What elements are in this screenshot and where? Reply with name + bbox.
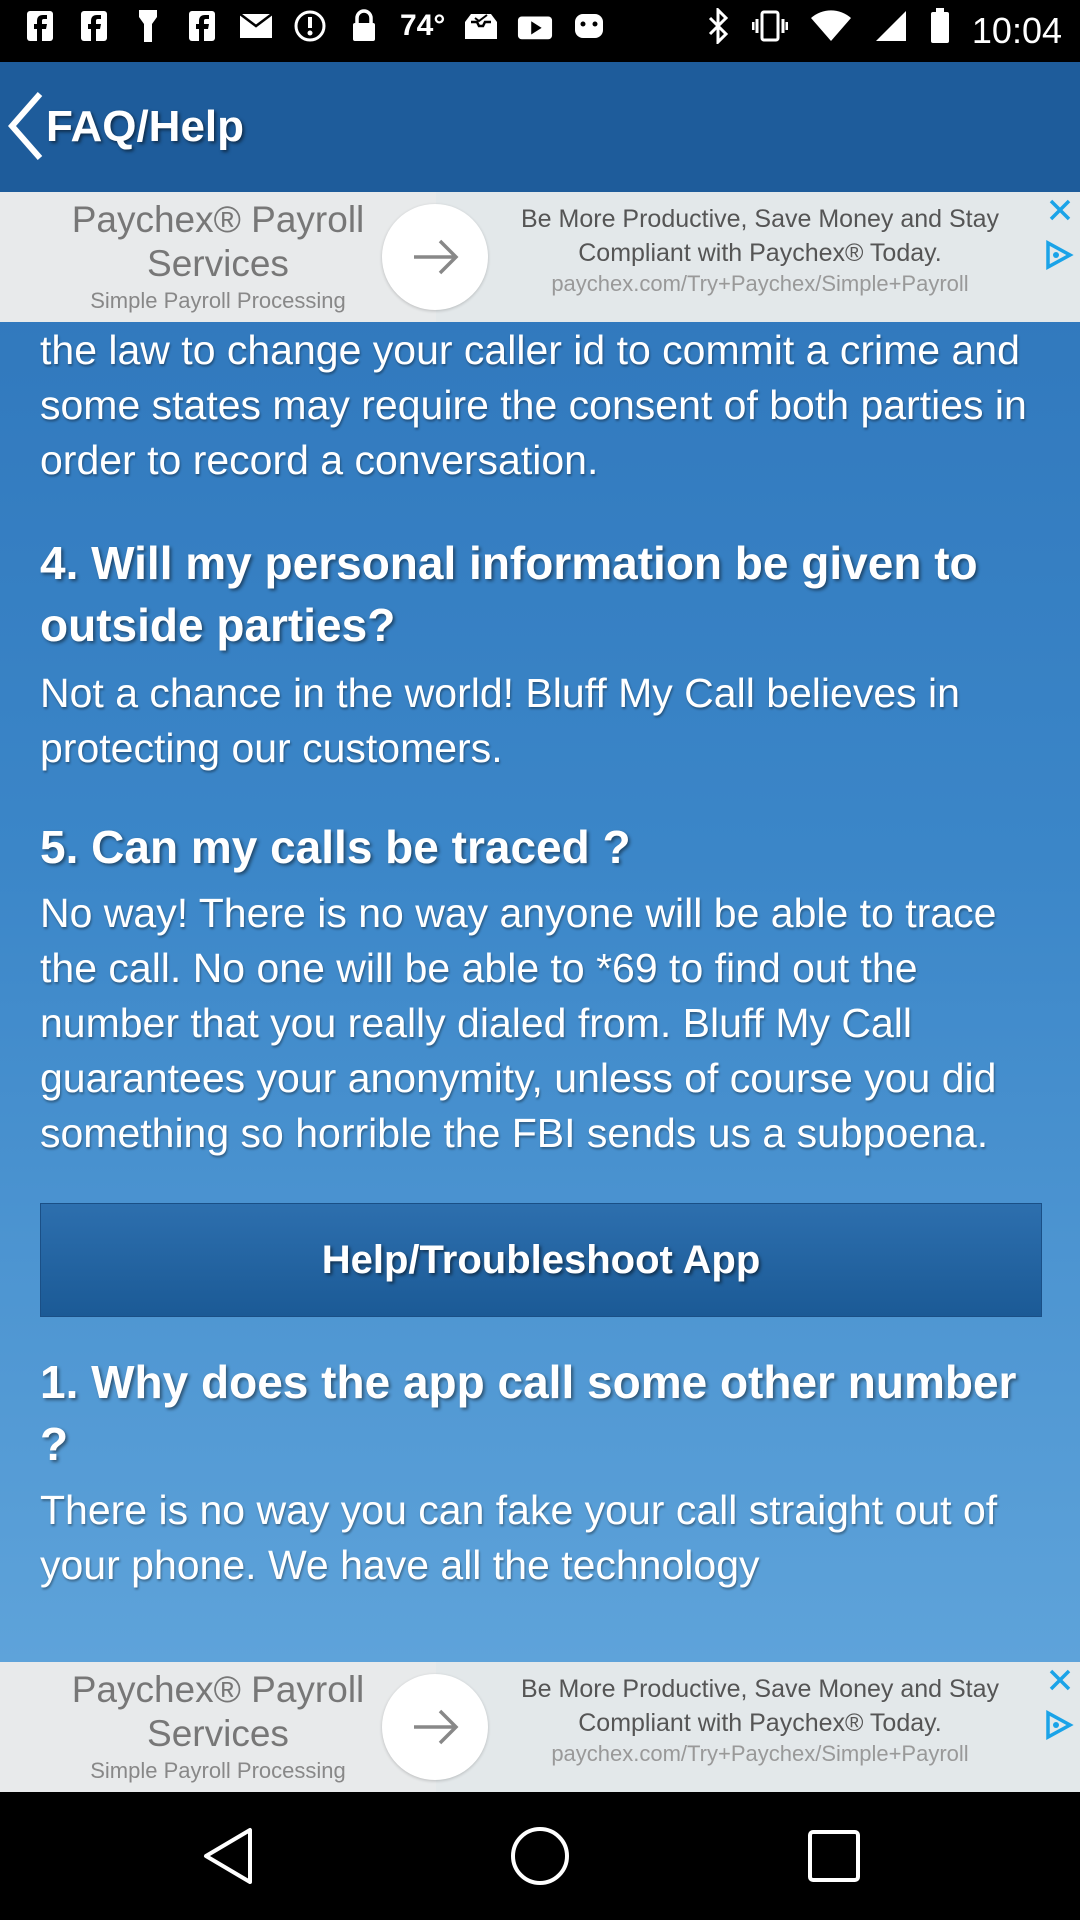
ad-copy: Be More Productive, Save Money and Stay … xyxy=(480,202,1040,298)
inbox-icon xyxy=(463,8,499,44)
circle-home-icon xyxy=(511,1827,569,1885)
question-heading: 4. Will my personal information be given… xyxy=(40,537,978,651)
answer-text: There is no way you can fake your call s… xyxy=(40,1487,998,1588)
question-heading: 5. Can my calls be traced ? xyxy=(40,821,631,873)
temperature: 74° xyxy=(400,9,446,42)
ad-choices-button[interactable] xyxy=(1044,240,1076,270)
help-troubleshoot-button[interactable]: Help/Troubleshoot App xyxy=(40,1203,1042,1317)
status-bar: 74° 10:04 xyxy=(0,0,1080,62)
ad-close-button[interactable] xyxy=(1046,196,1074,224)
ad-headline: Paychex® Payroll Services xyxy=(71,199,365,284)
ad-title-block: Paychex® Payroll Services Simple Payroll… xyxy=(0,192,436,322)
ad-choices-icon xyxy=(1046,240,1074,270)
ad-url: paychex.com/Try+Paychex/Simple+Payroll xyxy=(551,1741,969,1766)
facebook-icon xyxy=(184,8,220,44)
chevron-left-icon xyxy=(8,92,43,160)
battery-icon xyxy=(930,8,950,53)
status-icons-left: 74° xyxy=(22,8,607,44)
ad-description: Be More Productive, Save Money and Stay … xyxy=(520,1675,1000,1737)
faq-list: 100% legal throughout the U.S. Of course… xyxy=(40,272,1050,1593)
ad-title-block: Paychex® Payroll Services Simple Payroll… xyxy=(0,1662,436,1792)
ad-headline: Paychex® Payroll Services xyxy=(71,1669,365,1754)
youtube-icon xyxy=(517,8,553,44)
ad-open-button[interactable] xyxy=(382,1674,488,1780)
ad-open-button[interactable] xyxy=(382,204,488,310)
faq-content[interactable]: 100% legal throughout the U.S. Of course… xyxy=(0,192,1080,1662)
system-nav-bar xyxy=(0,1792,1080,1920)
close-icon xyxy=(1049,1669,1071,1691)
status-icons-right: 10:04 xyxy=(706,6,1062,53)
answer-text: Not a chance in the world! Bluff My Call… xyxy=(40,670,960,771)
ad-banner-bottom[interactable]: Paychex® Payroll Services Simple Payroll… xyxy=(0,1662,1080,1792)
facebook-icon xyxy=(76,8,112,44)
nav-recents-button[interactable] xyxy=(806,1828,862,1889)
back-button[interactable] xyxy=(4,90,50,162)
ad-copy: Be More Productive, Save Money and Stay … xyxy=(480,1672,1040,1768)
arrow-right-icon xyxy=(414,1709,459,1745)
mail-icon xyxy=(238,8,274,44)
nav-home-button[interactable] xyxy=(500,1824,580,1893)
wifi-icon xyxy=(810,9,852,52)
alarm-icon xyxy=(292,8,328,44)
lock-icon xyxy=(346,8,382,44)
ad-subline: Simple Payroll Processing xyxy=(90,288,346,313)
close-icon xyxy=(1049,199,1071,221)
android-icon xyxy=(571,8,607,44)
question-heading: 1. Why does the app call some other numb… xyxy=(40,1356,1017,1470)
ad-banner-top[interactable]: Paychex® Payroll Services Simple Payroll… xyxy=(0,192,1080,322)
answer-text: No way! There is no way anyone will be a… xyxy=(40,890,997,1156)
clock: 10:04 xyxy=(971,9,1062,51)
ad-choices-icon xyxy=(1046,1710,1074,1740)
facebook-icon xyxy=(22,8,58,44)
signal-icon xyxy=(874,9,908,52)
arrow-right-icon xyxy=(414,239,459,275)
ad-choices-button[interactable] xyxy=(1044,1710,1076,1740)
app-bar: FAQ/Help xyxy=(0,62,1080,192)
triangle-back-icon xyxy=(204,1828,252,1884)
page-title: FAQ/Help xyxy=(46,102,245,151)
ad-description: Be More Productive, Save Money and Stay … xyxy=(520,205,1000,267)
ad-url: paychex.com/Try+Paychex/Simple+Payroll xyxy=(551,271,969,296)
flashlight-icon xyxy=(130,8,166,44)
bluetooth-icon xyxy=(706,6,730,53)
vibrate-icon xyxy=(751,9,789,52)
ad-subline: Simple Payroll Processing xyxy=(90,1758,346,1783)
nav-back-button[interactable] xyxy=(198,1824,262,1893)
ad-close-button[interactable] xyxy=(1046,1666,1074,1694)
square-recents-icon xyxy=(808,1830,860,1882)
